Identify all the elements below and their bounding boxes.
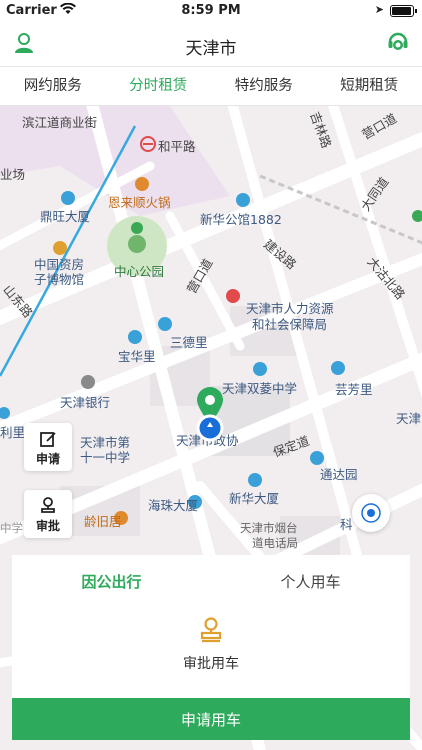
- map-label: 天津双菱中学: [222, 381, 298, 396]
- nav-bar: 天津市: [0, 22, 422, 66]
- map-label: 滨江道商业街: [22, 115, 98, 130]
- edit-icon: [40, 432, 56, 447]
- page-title: 天津市: [185, 39, 237, 59]
- apply-button-label: 申请: [35, 452, 60, 466]
- apply-button[interactable]: 申请: [24, 423, 72, 471]
- service-tabs: 网约服务 分时租赁 特约服务 短期租赁: [0, 66, 422, 106]
- map-label: 新华大厦: [229, 491, 280, 506]
- map-label: 新华公馆1882: [200, 212, 282, 227]
- map-label: 科: [340, 517, 353, 532]
- map-label: 子博物馆: [34, 272, 85, 287]
- tab-personal-car[interactable]: 个人用车: [211, 555, 410, 609]
- clock: 8:59 PM: [181, 3, 241, 18]
- trip-type-tabs: 因公出行 个人用车: [12, 555, 410, 609]
- approve-car-label: 审批用车: [183, 656, 239, 672]
- approve-button-label: 审批: [35, 519, 60, 533]
- map-label: 龄旧居: [84, 514, 122, 529]
- map-label: 通达园: [320, 467, 358, 482]
- map-label: 宝华里: [118, 349, 156, 364]
- location-arrow-icon: ➤: [374, 3, 384, 16]
- locate-me-button[interactable]: [352, 494, 390, 532]
- map-label: 利里: [0, 425, 26, 440]
- tab-chartered-service[interactable]: 特约服务: [211, 67, 317, 105]
- map-label: 天津: [396, 411, 422, 426]
- status-bar: Carrier 8:59 PM ➤: [0, 0, 422, 22]
- map-label: 鼎旺大厦: [40, 209, 91, 224]
- approve-button[interactable]: 审批: [24, 490, 72, 538]
- map-label: 道电话局: [252, 536, 298, 550]
- customer-service-icon[interactable]: [386, 31, 410, 55]
- map-label: 芸芳里: [335, 382, 373, 397]
- current-location-icon: [196, 414, 224, 442]
- target-icon: [361, 503, 381, 523]
- tab-time-share-rental[interactable]: 分时租赁: [106, 67, 212, 105]
- request-car-button[interactable]: 申请用车: [12, 698, 410, 740]
- map-label: 三德里: [170, 335, 208, 350]
- map-label: 中心公园: [114, 264, 165, 279]
- map-label: 天津银行: [60, 395, 111, 410]
- map-label: 和社会保障局: [252, 317, 328, 332]
- tab-short-term-rental[interactable]: 短期租赁: [317, 67, 422, 105]
- tab-business-trip[interactable]: 因公出行: [12, 555, 211, 609]
- trip-panel: 因公出行 个人用车 审批用车: [12, 555, 410, 698]
- map-label: 中学: [0, 521, 23, 535]
- map-label: 恩来顺火锅: [108, 195, 171, 210]
- approve-car-option[interactable]: 审批用车: [12, 617, 410, 673]
- approval-stamp-icon: [200, 617, 222, 643]
- map-label: 天津市烟台: [240, 521, 298, 535]
- stamp-icon: [41, 497, 55, 513]
- map-label: 十一中学: [80, 450, 131, 465]
- tab-ride-hailing[interactable]: 网约服务: [0, 67, 106, 105]
- map-label: 海珠大厦: [148, 498, 199, 513]
- battery-icon: [390, 5, 417, 17]
- map-label: 业场: [0, 167, 26, 182]
- map-label: 和平路: [158, 139, 196, 154]
